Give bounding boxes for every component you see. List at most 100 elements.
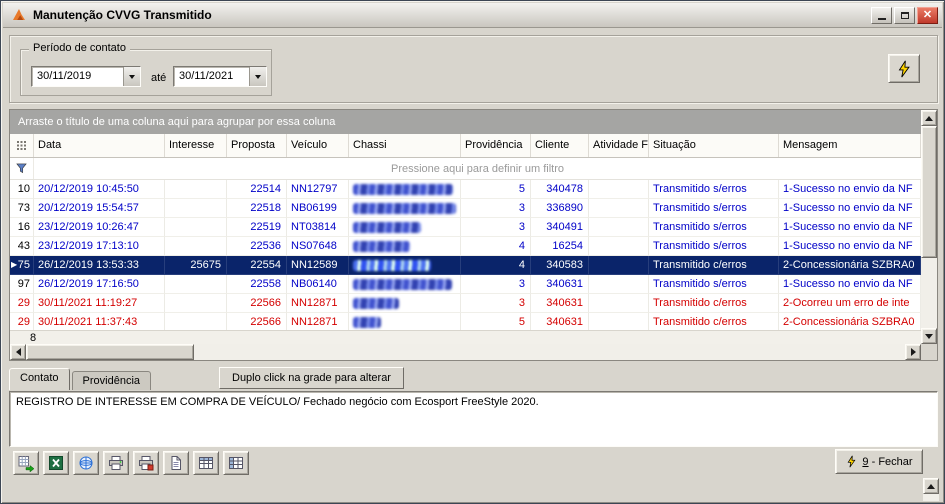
cell-proposta: 22519 bbox=[227, 218, 287, 237]
filter-hint: Pressione aqui para definir um filtro bbox=[34, 158, 921, 179]
cell-atividade bbox=[589, 180, 649, 199]
contact-memo[interactable]: REGISTRO DE INTERESSE EM COMPRA DE VEÍCU… bbox=[9, 391, 938, 447]
period-from-select[interactable]: 30/11/2019 bbox=[31, 66, 141, 87]
horizontal-scrollbar[interactable] bbox=[10, 344, 921, 360]
vertical-scrollbar[interactable] bbox=[921, 110, 937, 344]
cell-mensagem: 1-Sucesso no envio da NF bbox=[779, 237, 921, 256]
arrow-up-icon bbox=[925, 116, 933, 121]
grid-body: 10 20/12/2019 10:45:50 22514 NN12797 5 3… bbox=[10, 180, 921, 330]
cell-proposta: 22558 bbox=[227, 275, 287, 294]
cell-chassi-redacted bbox=[349, 275, 461, 294]
cell-situacao: Transmitido s/erros bbox=[649, 218, 779, 237]
cell-cliente: 340631 bbox=[531, 275, 589, 294]
cell-data: 20/12/2019 10:45:50 bbox=[34, 180, 165, 199]
layout-grid-button[interactable] bbox=[193, 451, 219, 475]
export-grid-button[interactable] bbox=[13, 451, 39, 475]
vertical-scroll-thumb[interactable] bbox=[921, 126, 937, 258]
filter-funnel-cell[interactable] bbox=[10, 158, 34, 179]
arrow-left-icon bbox=[16, 348, 21, 356]
cell-mensagem: 1-Sucesso no envio da NF bbox=[779, 275, 921, 294]
column-header-situacao[interactable]: Situação bbox=[649, 134, 779, 157]
column-header-proposta[interactable]: Proposta bbox=[227, 134, 287, 157]
cell-mensagem: 1-Sucesso no envio da NF bbox=[779, 180, 921, 199]
cell-situacao: Transmitido s/erros bbox=[649, 275, 779, 294]
column-header-chassi[interactable]: Chassi bbox=[349, 134, 461, 157]
cell-data: 26/12/2019 13:53:33 bbox=[34, 256, 165, 275]
columns-grid-button[interactable] bbox=[223, 451, 249, 475]
html-export-button[interactable] bbox=[73, 451, 99, 475]
table-row[interactable]: 73 20/12/2019 15:54:57 22518 NB06199 3 3… bbox=[10, 199, 921, 218]
columns-grid-icon bbox=[228, 455, 244, 471]
export-grid-icon bbox=[18, 455, 35, 472]
period-to-select[interactable]: 30/11/2021 bbox=[173, 66, 267, 87]
scroll-up-button[interactable] bbox=[921, 110, 937, 126]
filter-row[interactable]: Pressione aqui para definir um filtro bbox=[10, 158, 921, 180]
table-row[interactable]: 29 30/11/2021 11:19:27 22566 NN12871 3 3… bbox=[10, 294, 921, 313]
chevron-down-icon[interactable] bbox=[249, 67, 266, 86]
scroll-right-button[interactable] bbox=[905, 344, 921, 360]
grid-selector-cell[interactable] bbox=[10, 134, 34, 157]
column-header-interesse[interactable]: Interesse bbox=[165, 134, 227, 157]
detail-tabs: Contato Providência bbox=[9, 367, 153, 390]
cell-providencia: 5 bbox=[461, 180, 531, 199]
cell-interesse bbox=[165, 180, 227, 199]
cell-situacao: Transmitido s/erros bbox=[649, 180, 779, 199]
excel-export-button[interactable] bbox=[43, 451, 69, 475]
report-button[interactable] bbox=[163, 451, 189, 475]
minimize-button[interactable] bbox=[871, 7, 892, 24]
table-row[interactable]: 16 23/12/2019 10:26:47 22519 NT03814 3 3… bbox=[10, 218, 921, 237]
close-button[interactable]: ✕ bbox=[917, 7, 938, 24]
refresh-lightning-button[interactable] bbox=[888, 54, 920, 83]
table-row[interactable]: 75 26/12/2019 13:53:33 25675 22554 NN125… bbox=[10, 256, 921, 275]
tab-contato[interactable]: Contato bbox=[9, 368, 70, 390]
fechar-button[interactable]: 9 - Fechar bbox=[835, 449, 923, 474]
chevron-down-icon[interactable] bbox=[123, 67, 140, 86]
scroll-left-button[interactable] bbox=[10, 344, 26, 360]
column-header-veiculo[interactable]: Veículo bbox=[287, 134, 349, 157]
restore-button[interactable] bbox=[894, 7, 915, 24]
record-count: 8 bbox=[30, 332, 36, 344]
cell-veiculo: NN12589 bbox=[287, 256, 349, 275]
redacted-chassi bbox=[353, 260, 431, 271]
table-row[interactable]: 29 30/11/2021 11:37:43 22566 NN12871 5 3… bbox=[10, 313, 921, 330]
horizontal-scroll-thumb[interactable] bbox=[26, 344, 194, 360]
cell-providencia: 3 bbox=[461, 294, 531, 313]
scroll-down-button[interactable] bbox=[921, 328, 937, 344]
bottom-toolbar: 9 - Fechar bbox=[9, 451, 936, 477]
cell-atividade bbox=[589, 313, 649, 330]
table-row[interactable]: 97 26/12/2019 17:16:50 22558 NB06140 3 3… bbox=[10, 275, 921, 294]
print-button[interactable] bbox=[103, 451, 129, 475]
row-indicator-icon bbox=[11, 261, 17, 269]
arrow-right-icon bbox=[911, 348, 916, 356]
cell-data: 30/11/2021 11:37:43 bbox=[34, 313, 165, 330]
column-header-atividade[interactable]: Atividade Fo bbox=[589, 134, 649, 157]
cell-atividade bbox=[589, 237, 649, 256]
cell-chassi-redacted bbox=[349, 218, 461, 237]
table-row[interactable]: 10 20/12/2019 10:45:50 22514 NN12797 5 3… bbox=[10, 180, 921, 199]
cell-chassi-redacted bbox=[349, 237, 461, 256]
redacted-chassi bbox=[353, 184, 453, 195]
cell-mensagem: 2-Ocorreu um erro de inte bbox=[779, 294, 921, 313]
cell-proposta: 22566 bbox=[227, 294, 287, 313]
cell-providencia: 3 bbox=[461, 199, 531, 218]
group-by-band[interactable]: Arraste o título de uma coluna aqui para… bbox=[10, 110, 921, 134]
table-row[interactable]: 43 23/12/2019 17:13:10 22536 NS07648 4 1… bbox=[10, 237, 921, 256]
cell-veiculo: NB06140 bbox=[287, 275, 349, 294]
corner-mini-scrollbar[interactable] bbox=[923, 478, 939, 501]
print-setup-button[interactable] bbox=[133, 451, 159, 475]
column-header-providencia[interactable]: Providência bbox=[461, 134, 531, 157]
cell-situacao: Transmitido c/erros bbox=[649, 313, 779, 330]
arrow-up-icon bbox=[927, 484, 935, 489]
period-between-label: até bbox=[151, 72, 166, 84]
title-bar[interactable]: Manutenção CVVG Transmitido ✕ bbox=[3, 3, 942, 28]
column-header-cliente[interactable]: Cliente bbox=[531, 134, 589, 157]
column-header-data[interactable]: Data bbox=[34, 134, 165, 157]
close-icon: ✕ bbox=[923, 10, 932, 21]
cell-mensagem: 1-Sucesso no envio da NF bbox=[779, 199, 921, 218]
cell-interesse bbox=[165, 294, 227, 313]
record-count-band: 8 bbox=[10, 330, 921, 344]
period-group-label: Período de contato bbox=[29, 42, 130, 54]
column-header-mensagem[interactable]: Mensagem bbox=[779, 134, 921, 157]
tab-providencia[interactable]: Providência bbox=[72, 371, 151, 390]
mini-scroll-up-button[interactable] bbox=[923, 478, 939, 494]
